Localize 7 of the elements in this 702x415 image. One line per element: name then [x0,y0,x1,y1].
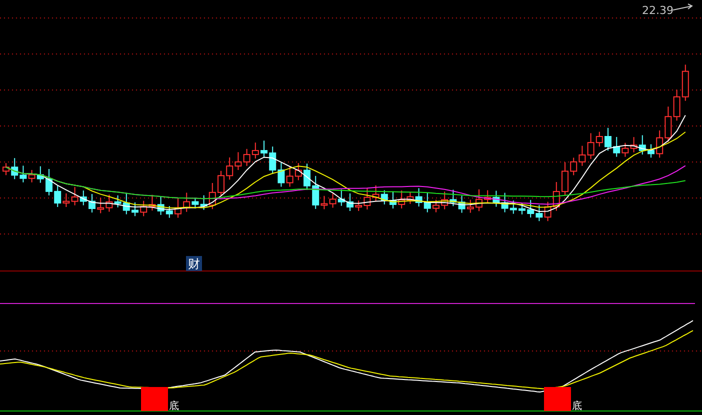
signal-block [141,387,168,411]
signal-block [544,387,571,411]
high-price-label: 22.39 [642,4,674,17]
arrow-icon [672,4,693,10]
event-marker: 财 [186,256,202,271]
signal-label: 底 [572,401,582,412]
signal-label: 底 [169,401,179,412]
